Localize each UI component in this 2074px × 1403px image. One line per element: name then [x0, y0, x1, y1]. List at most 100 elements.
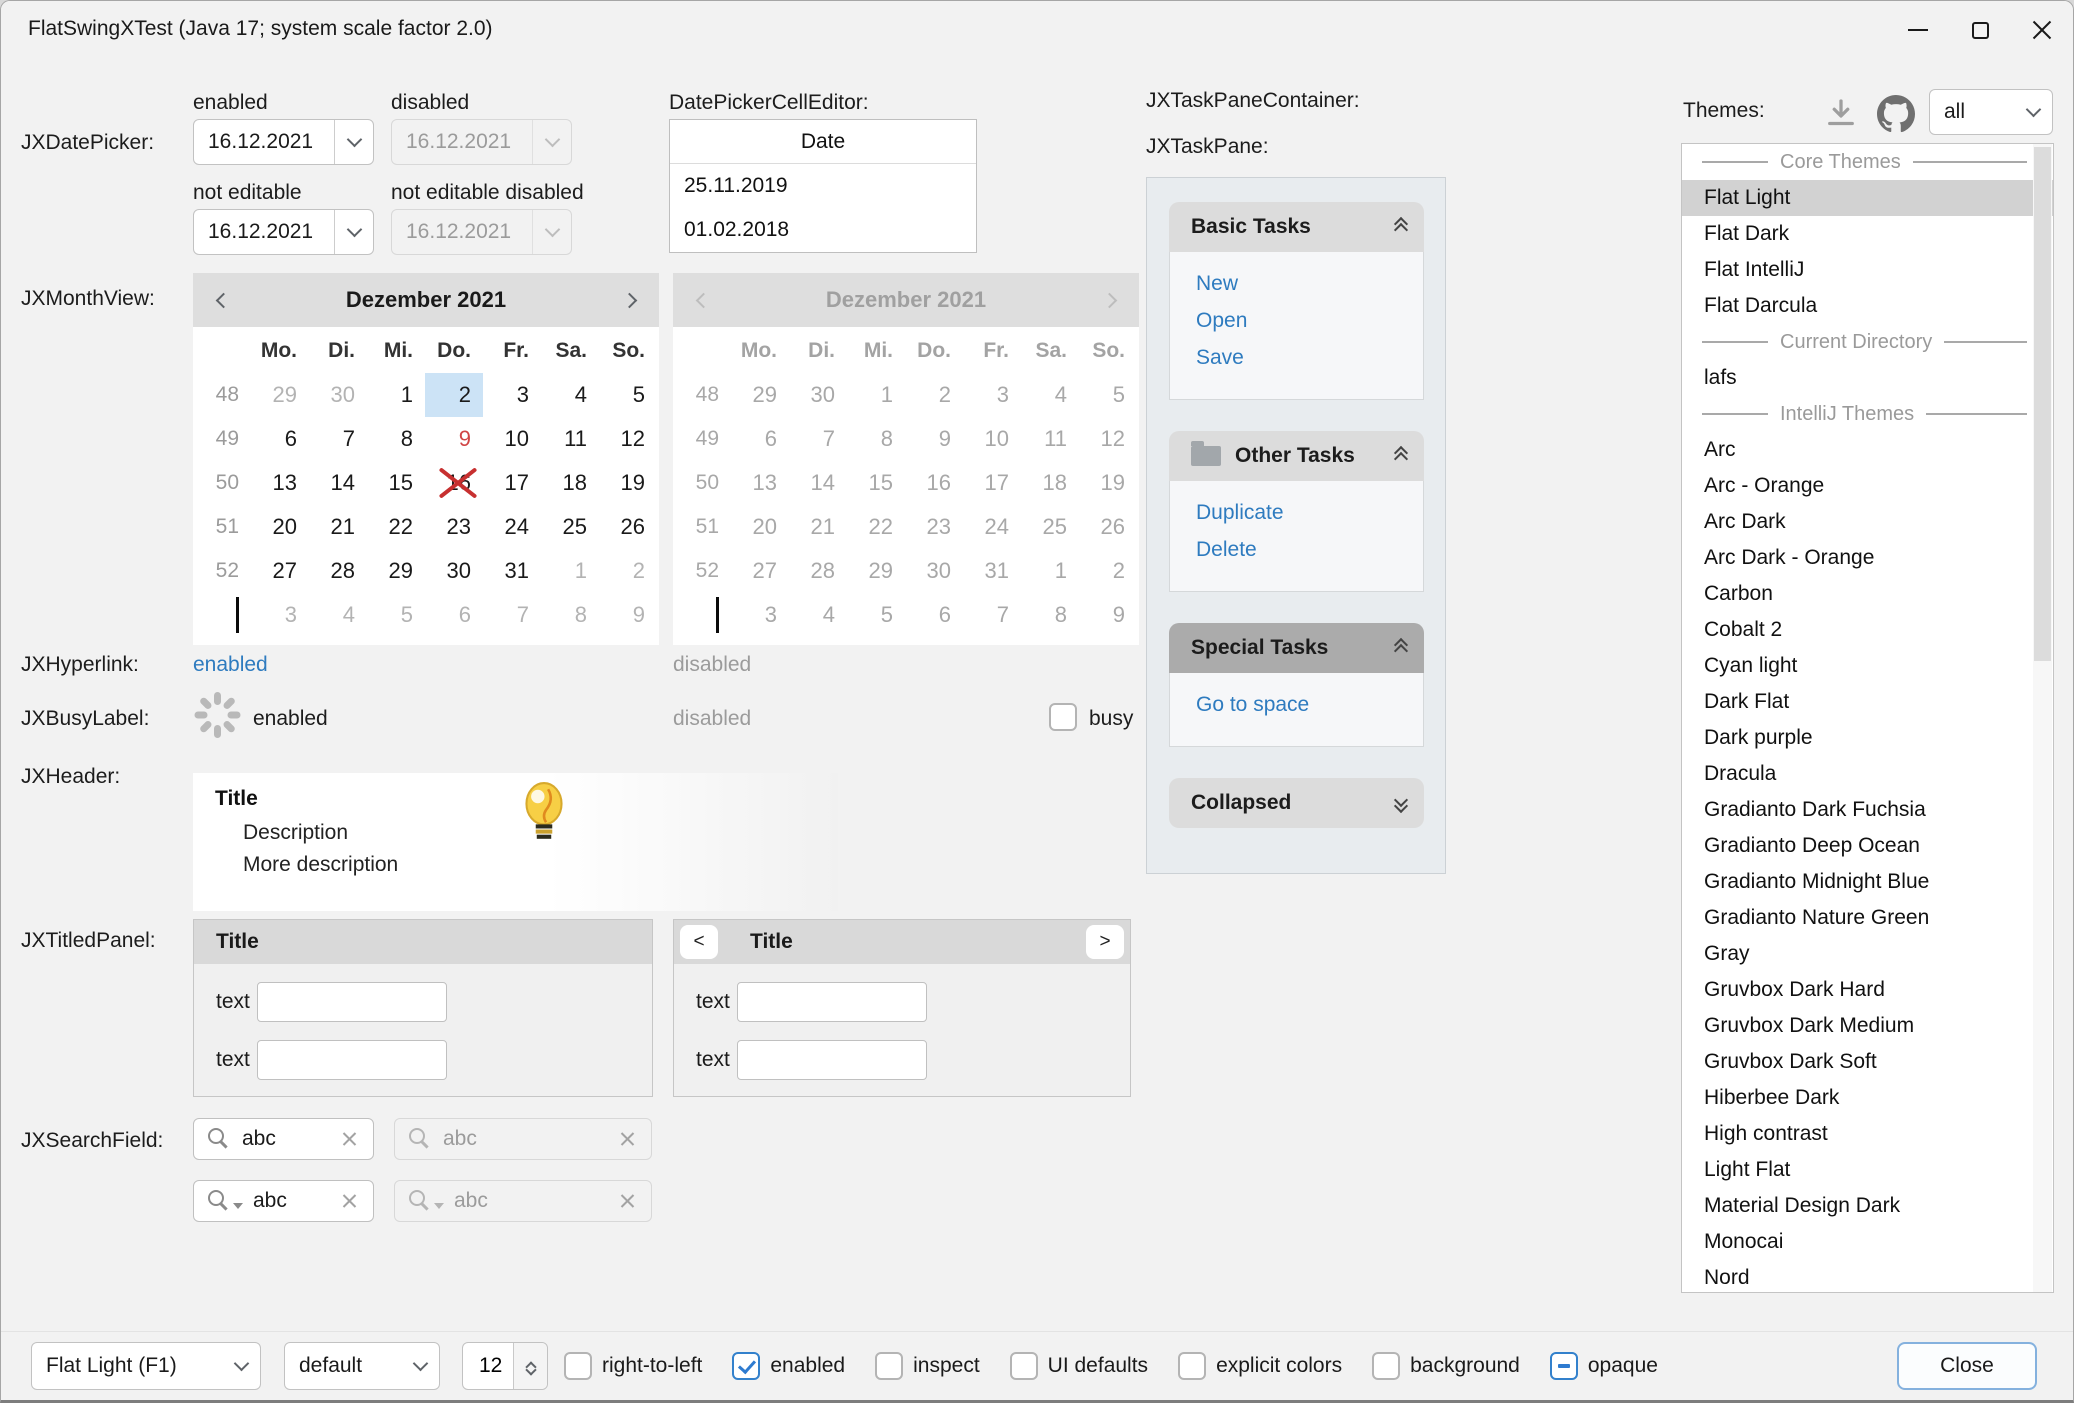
opaque-checkbox[interactable] [1550, 1352, 1578, 1380]
titledpanel-left-button[interactable]: < [680, 925, 718, 959]
theme-list-item[interactable]: Gruvbox Dark Medium [1682, 1008, 2053, 1044]
taskpane-group-header[interactable]: Collapsed [1169, 778, 1424, 828]
right-to-left-checkbox[interactable] [564, 1352, 592, 1380]
taskpane-action-link[interactable]: Save [1196, 346, 1423, 372]
theme-list-item[interactable]: Nord [1682, 1260, 2053, 1293]
day-cell[interactable]: 18 [541, 461, 599, 505]
theme-list-item[interactable]: Flat Dark [1682, 216, 2053, 252]
taskpane-group-header[interactable]: Basic Tasks [1169, 202, 1424, 252]
chevron-double-up-icon[interactable] [1396, 221, 1406, 233]
theme-combo[interactable]: Flat Light (F1) [31, 1342, 261, 1390]
theme-list-item[interactable]: Gradianto Midnight Blue [1682, 864, 2053, 900]
inspect-checkbox[interactable] [875, 1352, 903, 1380]
table-row[interactable]: 01.02.2018 [670, 208, 976, 252]
searchfield-enabled[interactable]: abc [193, 1118, 374, 1160]
day-cell[interactable]: 22 [367, 505, 425, 549]
prev-month-button[interactable] [193, 295, 253, 306]
theme-list-item[interactable]: Gradianto Nature Green [1682, 900, 2053, 936]
day-cell[interactable]: 25 [541, 505, 599, 549]
day-cell[interactable]: 29 [251, 373, 309, 417]
day-cell[interactable]: 16 [425, 461, 483, 505]
theme-list-item[interactable]: Gruvbox Dark Soft [1682, 1044, 2053, 1080]
day-cell[interactable]: 8 [541, 593, 599, 637]
ui-defaults-checkbox[interactable] [1010, 1352, 1038, 1380]
day-cell[interactable]: 30 [425, 549, 483, 593]
day-cell[interactable]: 27 [251, 549, 309, 593]
theme-list-item[interactable]: Dark purple [1682, 720, 2053, 756]
day-cell[interactable]: 15 [367, 461, 425, 505]
searchfield-with-menu-enabled[interactable]: abc [193, 1180, 374, 1222]
theme-list-item[interactable]: Arc [1682, 432, 2053, 468]
text-input[interactable] [257, 1040, 447, 1080]
day-cell[interactable]: 21 [309, 505, 367, 549]
taskpane-action-link[interactable]: Go to space [1196, 693, 1423, 719]
theme-list-item[interactable]: Flat Darcula [1682, 288, 2053, 324]
theme-list-item[interactable]: Monocai [1682, 1224, 2053, 1260]
explicit-colors-checkbox[interactable] [1178, 1352, 1206, 1380]
day-cell[interactable]: 23 [425, 505, 483, 549]
theme-list-item[interactable]: Arc Dark [1682, 504, 2053, 540]
day-cell[interactable]: 28 [309, 549, 367, 593]
scrollbar-track[interactable] [2033, 144, 2052, 1292]
background-checkbox[interactable] [1372, 1352, 1400, 1380]
day-cell[interactable]: 14 [309, 461, 367, 505]
hyperlink-enabled[interactable]: enabled [193, 653, 268, 677]
day-cell[interactable]: 7 [483, 593, 541, 637]
day-cell[interactable]: 9 [425, 417, 483, 461]
chevron-double-down-icon[interactable] [1396, 797, 1406, 809]
theme-list-item[interactable]: Dracula [1682, 756, 2053, 792]
day-cell[interactable]: 31 [483, 549, 541, 593]
theme-list-item[interactable]: Gradianto Deep Ocean [1682, 828, 2053, 864]
chevron-double-up-icon[interactable] [1396, 642, 1406, 654]
clear-icon[interactable] [339, 1128, 361, 1150]
taskpane-action-link[interactable]: Delete [1196, 538, 1423, 564]
theme-list-item[interactable]: Flat IntelliJ [1682, 252, 2053, 288]
github-icon[interactable] [1877, 95, 1915, 138]
day-cell[interactable]: 29 [367, 549, 425, 593]
scrollbar-thumb[interactable] [2034, 147, 2051, 661]
day-cell[interactable]: 10 [483, 417, 541, 461]
enabled-checkbox[interactable] [732, 1352, 760, 1380]
taskpane-action-link[interactable]: New [1196, 272, 1423, 298]
text-input[interactable] [737, 1040, 927, 1080]
day-cell[interactable]: 3 [483, 373, 541, 417]
day-cell[interactable]: 2 [599, 549, 657, 593]
day-cell[interactable]: 26 [599, 505, 657, 549]
theme-list-item[interactable]: Arc - Orange [1682, 468, 2053, 504]
day-cell[interactable]: 13 [251, 461, 309, 505]
text-input[interactable] [737, 982, 927, 1022]
taskpane-action-link[interactable]: Open [1196, 309, 1423, 335]
day-cell[interactable]: 30 [309, 373, 367, 417]
theme-list-item[interactable]: Arc Dark - Orange [1682, 540, 2053, 576]
day-cell[interactable]: 1 [541, 549, 599, 593]
day-cell[interactable]: 5 [367, 593, 425, 637]
theme-list-item[interactable]: High contrast [1682, 1116, 2053, 1152]
chevron-double-up-icon[interactable] [1396, 450, 1406, 462]
theme-list-item[interactable]: Flat Light [1682, 180, 2053, 216]
theme-list-item[interactable]: lafs [1682, 360, 2053, 396]
theme-list-item[interactable]: Material Design Dark [1682, 1188, 2053, 1224]
datepicker-not-editable[interactable]: 16.12.2021 [193, 209, 374, 255]
theme-list-item[interactable]: Cyan light [1682, 648, 2053, 684]
theme-list-item[interactable]: Carbon [1682, 576, 2053, 612]
next-month-button[interactable] [599, 295, 659, 306]
day-cell[interactable]: 11 [541, 417, 599, 461]
day-cell[interactable]: 4 [541, 373, 599, 417]
titledpanel-right-button[interactable]: > [1086, 925, 1124, 959]
theme-list-item[interactable]: Gruvbox Dark Hard [1682, 972, 2053, 1008]
day-cell[interactable]: 12 [599, 417, 657, 461]
day-cell[interactable]: 4 [309, 593, 367, 637]
theme-list-item[interactable]: Gradianto Dark Fuchsia [1682, 792, 2053, 828]
day-cell[interactable]: 6 [425, 593, 483, 637]
text-input[interactable] [257, 982, 447, 1022]
busy-checkbox[interactable] [1049, 703, 1077, 731]
theme-list-item[interactable]: Gray [1682, 936, 2053, 972]
day-cell[interactable]: 6 [251, 417, 309, 461]
day-cell[interactable]: 5 [599, 373, 657, 417]
download-icon[interactable] [1823, 95, 1859, 136]
taskpane-action-link[interactable]: Duplicate [1196, 501, 1423, 527]
day-cell[interactable]: 1 [367, 373, 425, 417]
table-row[interactable]: 25.11.2019 [670, 164, 976, 208]
datepicker-enabled[interactable]: 16.12.2021 [193, 119, 374, 165]
table-header-date[interactable]: Date [670, 120, 976, 164]
